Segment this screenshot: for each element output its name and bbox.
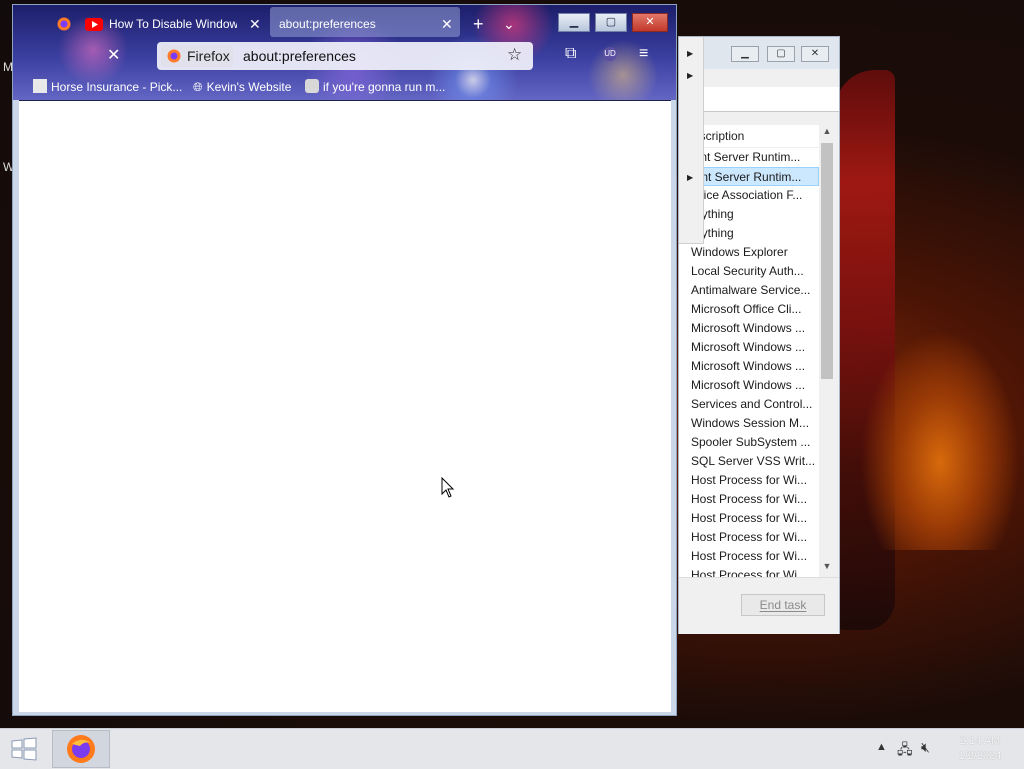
close-button[interactable]: ✕ (801, 46, 829, 62)
bookmark-page-icon (33, 79, 47, 93)
tab-preferences[interactable]: about:preferences ✕ (279, 9, 459, 39)
process-row[interactable]: Host Process for Wi... (679, 490, 819, 509)
url-text[interactable]: about:preferences (243, 48, 356, 64)
process-row[interactable]: Local Security Auth... (679, 262, 819, 281)
tab-title: about:preferences (279, 17, 376, 31)
firefox-toolbar-area: How To Disable Window ✕ about:preference… (13, 5, 676, 100)
taskbar: ▲ 🖧︎ 🔇︎ 2:14 AM 1/2/2024 (0, 728, 1024, 769)
bookmark-label: if you're gonna run m... (323, 80, 446, 94)
bookmark-label: Kevin's Website (206, 80, 292, 94)
taskbar-firefox-button[interactable] (52, 730, 110, 768)
minimize-button[interactable]: ▁ (731, 46, 759, 62)
volume-muted-icon[interactable]: 🔇︎ (921, 739, 930, 756)
task-manager-window: ▁ ▢ ✕ escription ient Server Runtim... ie… (678, 36, 840, 634)
wallpaper-glow (860, 330, 1020, 550)
bookmark-item[interactable]: Horse Insurance - Pick... (33, 77, 182, 97)
process-row[interactable]: Antimalware Service... (679, 281, 819, 300)
process-row[interactable]: Host Process for Wi... (679, 509, 819, 528)
extensions-icon[interactable]: ⧉ (565, 45, 576, 63)
tab-video[interactable]: How To Disable Window ✕ (57, 9, 261, 39)
clock-time: 2:14 AM (959, 735, 1001, 747)
list-tabs-icon[interactable]: ⌄ (503, 9, 515, 39)
maximize-button[interactable]: ▢ (767, 46, 795, 62)
url-bar[interactable]: Firefox about:preferences ☆ (157, 42, 533, 70)
globe-icon: 🌐︎ (193, 80, 203, 94)
process-row[interactable]: Microsoft Office Cli... (679, 300, 819, 319)
close-tab-icon[interactable]: ✕ (249, 9, 261, 39)
scroll-up-icon[interactable]: ▲ (822, 126, 832, 136)
process-row[interactable]: Spooler SubSystem ... (679, 433, 819, 452)
minimize-button[interactable]: ▁ (558, 13, 590, 32)
task-manager-footer: End task (679, 577, 839, 634)
firefox-window: How To Disable Window ✕ about:preference… (12, 4, 677, 716)
process-row[interactable]: Microsoft Windows ... (679, 357, 819, 376)
mouse-cursor-icon (441, 477, 455, 498)
scrollbar-thumb[interactable] (821, 143, 833, 379)
bookmark-item[interactable]: 🌐︎ Kevin's Website (193, 77, 291, 97)
tab-title: How To Disable Window (109, 17, 237, 31)
process-row[interactable]: Services and Control... (679, 395, 819, 414)
submenu-arrow-icon[interactable]: ▶ (687, 49, 693, 58)
submenu-arrow-icon[interactable]: ▶ (687, 173, 693, 182)
bookmark-label: Horse Insurance - Pick... (51, 80, 183, 94)
scroll-down-icon[interactable]: ▼ (822, 561, 832, 571)
end-task-button[interactable]: End task (741, 594, 825, 616)
process-row[interactable]: Host Process for Wi... (679, 528, 819, 547)
process-row[interactable]: Host Process for Wi... (679, 471, 819, 490)
bookmark-page-icon (305, 79, 319, 93)
maximize-button[interactable]: ▢ (595, 13, 627, 32)
bookmark-star-icon[interactable]: ☆ (507, 45, 522, 65)
identity-chip[interactable]: Firefox (161, 45, 233, 67)
process-row[interactable]: Microsoft Windows ... (679, 338, 819, 357)
process-row[interactable]: SQL Server VSS Writ... (679, 452, 819, 471)
firefox-icon (57, 17, 71, 31)
close-button[interactable]: ✕ (632, 13, 668, 32)
process-row[interactable]: Host Process for Wi... (679, 547, 819, 566)
process-row[interactable]: Windows Session M... (679, 414, 819, 433)
menu-icon[interactable]: ≡ (639, 45, 648, 63)
network-icon[interactable]: 🖧︎ (897, 739, 913, 763)
submenu-arrow-icon[interactable]: ▶ (687, 71, 693, 80)
process-row[interactable]: Host Process for Wi (679, 566, 819, 577)
account-icon[interactable]: UD (603, 47, 617, 61)
youtube-icon (85, 18, 103, 31)
page-content[interactable] (19, 100, 671, 712)
close-tab-icon[interactable]: ✕ (441, 9, 453, 39)
process-row[interactable]: Microsoft Windows ... (679, 319, 819, 338)
identity-label: Firefox (187, 48, 230, 64)
clock-date: 1/2/2024 (958, 750, 1002, 762)
process-row[interactable]: Windows Explorer (679, 243, 819, 262)
clock[interactable]: 2:14 AM 1/2/2024 (948, 734, 1012, 764)
bookmark-item[interactable]: if you're gonna run m... (305, 77, 445, 97)
new-tab-button[interactable]: + (473, 9, 484, 39)
context-menu-strip: ▶ ▶ ▶ (679, 37, 704, 244)
firefox-icon (67, 735, 95, 763)
stop-loading-icon[interactable]: ✕ (107, 45, 120, 65)
process-row[interactable]: Microsoft Windows ... (679, 376, 819, 395)
start-button[interactable] (8, 737, 40, 761)
show-hidden-icons[interactable]: ▲ (876, 741, 887, 753)
firefox-icon (167, 49, 181, 63)
process-list-scrollbar[interactable]: ▲ ▼ (819, 125, 835, 577)
